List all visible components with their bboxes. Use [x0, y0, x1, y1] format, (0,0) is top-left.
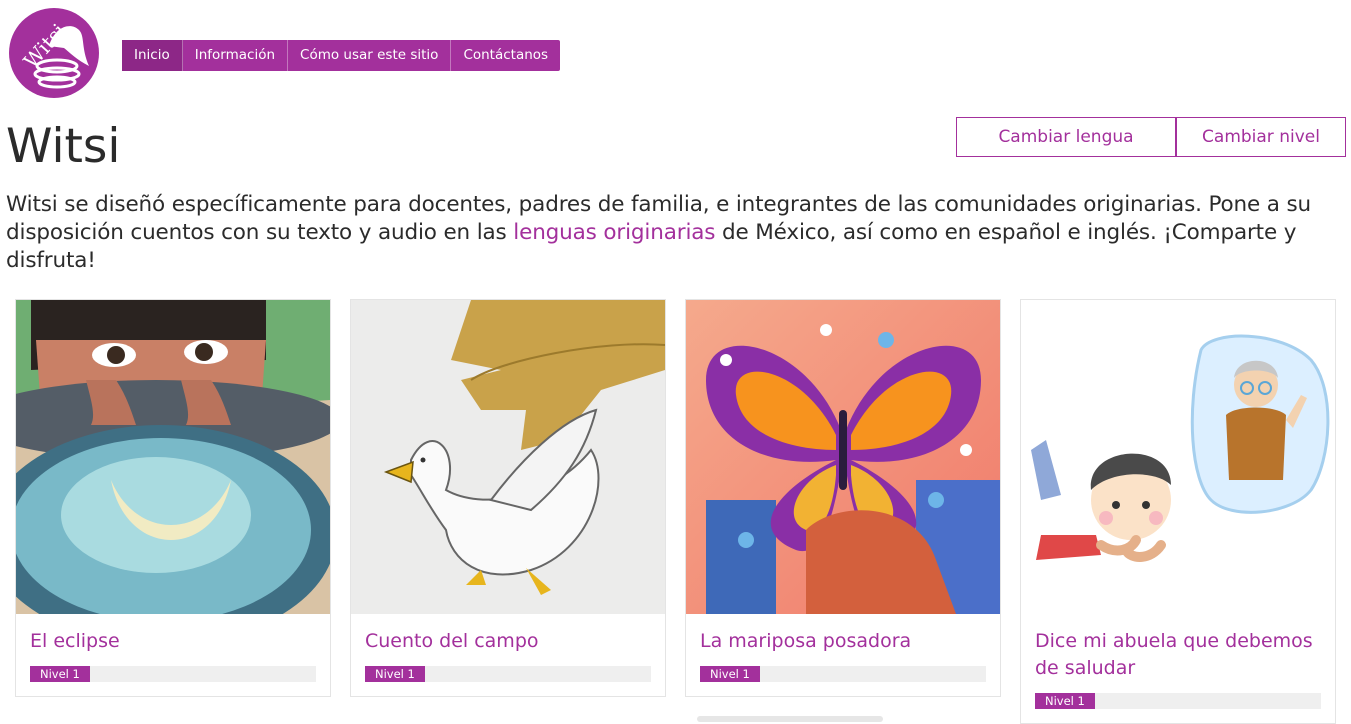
nav-item-como-usar[interactable]: Cómo usar este sitio [288, 40, 452, 71]
level-bar: Nivel 1 [700, 666, 986, 682]
story-thumbnail-campo [351, 300, 665, 614]
witsi-logo[interactable]: Witsi [9, 8, 99, 98]
story-title[interactable]: Cuento del campo [365, 628, 651, 655]
logo-bird-nest-icon [33, 26, 89, 89]
nav-item-informacion[interactable]: Información [183, 40, 289, 71]
story-card[interactable]: Dice mi abuela que debemos de saludar Ni… [1020, 299, 1336, 724]
story-thumbnail-abuela [1021, 300, 1335, 614]
change-language-button[interactable]: Cambiar lengua [956, 117, 1176, 157]
story-title[interactable]: El eclipse [30, 628, 316, 655]
level-bar: Nivel 1 [30, 666, 316, 682]
story-card[interactable]: La mariposa posadora Nivel 1 [685, 299, 1001, 697]
story-title[interactable]: Dice mi abuela que debemos de saludar [1035, 628, 1321, 682]
story-thumbnail-mariposa [686, 300, 1000, 614]
level-badge: Nivel 1 [700, 666, 760, 682]
nav-item-contactanos[interactable]: Contáctanos [451, 40, 560, 71]
main-nav: Inicio Información Cómo usar este sitio … [122, 40, 561, 71]
story-title[interactable]: La mariposa posadora [700, 628, 986, 655]
nav-item-inicio[interactable]: Inicio [122, 40, 183, 71]
level-badge: Nivel 1 [365, 666, 425, 682]
scroll-indicator[interactable] [697, 716, 883, 722]
intro-paragraph: Witsi se diseñó específicamente para doc… [6, 191, 1348, 275]
story-card[interactable]: Cuento del campo Nivel 1 [350, 299, 666, 697]
story-thumbnail-eclipse [16, 300, 330, 614]
page-title: Witsi [6, 119, 121, 174]
level-badge: Nivel 1 [30, 666, 90, 682]
change-level-button[interactable]: Cambiar nivel [1176, 117, 1346, 157]
indigenous-languages-link[interactable]: lenguas originarias [513, 220, 715, 245]
level-bar: Nivel 1 [365, 666, 651, 682]
level-badge: Nivel 1 [1035, 693, 1095, 709]
level-bar: Nivel 1 [1035, 693, 1321, 709]
story-card[interactable]: El eclipse Nivel 1 [15, 299, 331, 697]
